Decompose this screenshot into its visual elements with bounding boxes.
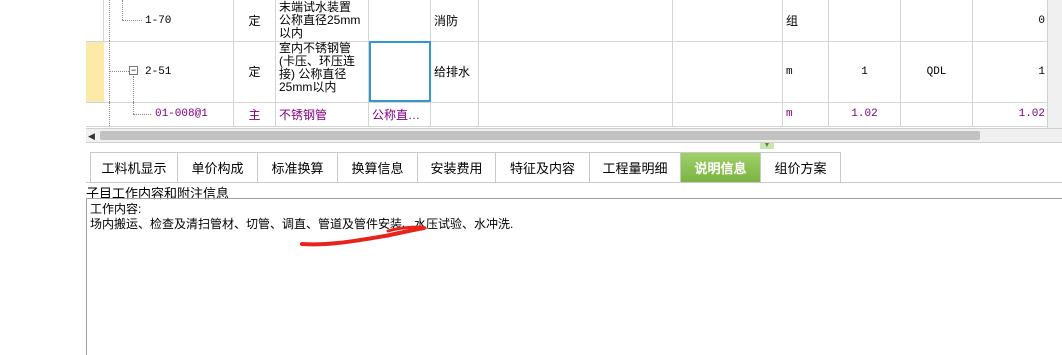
name-cell[interactable]: 室内不锈钢管 (卡压、环压连 接) 公称直径 25mm以内 [276, 41, 369, 102]
spec-cell[interactable] [369, 41, 431, 102]
blank-cell[interactable] [479, 0, 673, 41]
total-cell[interactable]: 0 [973, 0, 1049, 41]
description-textarea[interactable]: 工作内容: 场内搬运、检查及清扫管材、切管、调直、管道及管件安装、水压试验、水冲… [86, 198, 1062, 355]
table-row[interactable]: 1-70 定 末端试水装置 公称直径25mm以内 消防 组 0 34 [86, 0, 1062, 42]
category-cell[interactable] [431, 102, 479, 126]
tree-connector [122, 20, 142, 21]
tree-connector [109, 102, 110, 126]
blank-cell[interactable] [479, 41, 673, 102]
table-row[interactable]: 01-008@1 主 不锈钢管 公称直… m 1.02 1.02 [86, 102, 1062, 127]
tab-conversion-info[interactable]: 换算信息 [337, 152, 418, 182]
collapse-icon[interactable]: − [129, 66, 138, 75]
type-cell[interactable]: 定 [234, 41, 276, 102]
tree-connector [109, 0, 110, 41]
spec-cell[interactable]: 公称直… [369, 102, 431, 126]
qty-cell[interactable] [829, 0, 901, 41]
quota-grid: 1-70 定 末端试水装置 公称直径25mm以内 消防 组 0 34 − 2-5… [86, 0, 1062, 128]
blank-cell[interactable] [673, 102, 783, 126]
tab-installation-fee[interactable]: 安装费用 [417, 152, 496, 182]
name-cell[interactable]: 末端试水装置 公称直径25mm以内 [276, 0, 369, 41]
scrollbar-thumb[interactable] [100, 131, 980, 140]
code-cell[interactable]: 1-70 [142, 0, 234, 41]
total-cell[interactable]: 1 [973, 41, 1049, 102]
tab-description-info[interactable]: 说明信息 [680, 152, 761, 182]
tree-connector [109, 71, 129, 72]
tree-connector [133, 114, 151, 115]
spec-cell[interactable] [369, 0, 431, 41]
code-cell[interactable]: 2-51 [142, 41, 234, 102]
code-cell[interactable]: 01-008@1 [152, 102, 234, 126]
qty-cell[interactable]: 1 [829, 41, 901, 102]
work-content-text: 场内搬运、检查及清扫管材、切管、调直、管道及管件安装、水压试验、水冲洗. [90, 217, 514, 231]
type-cell[interactable]: 主 [234, 102, 276, 126]
tree-connector [122, 0, 123, 20]
tree-connector [133, 76, 134, 102]
unit-cell[interactable]: m [783, 102, 829, 126]
blank-cell[interactable] [479, 102, 673, 126]
qty-cell[interactable]: 1.02 [829, 102, 901, 126]
category-cell[interactable]: 给排水 [431, 41, 479, 102]
unit-cell[interactable]: m [783, 41, 829, 102]
unit-cell[interactable]: 组 [783, 0, 829, 41]
detail-tabs: 工料机显示 单价构成 标准换算 换算信息 安装费用 特征及内容 工程量明细 说明… [86, 152, 1062, 183]
vertical-scrollbar[interactable] [1047, 0, 1062, 128]
tab-standard-conversion[interactable]: 标准换算 [257, 152, 338, 182]
splitter-grip-icon[interactable]: ▼ [760, 142, 774, 149]
name-cell[interactable]: 不锈钢管 [276, 102, 369, 126]
blank-cell[interactable] [673, 41, 783, 102]
qty-expr-cell[interactable] [901, 102, 973, 126]
scroll-left-icon[interactable]: ◀ [88, 131, 95, 142]
tree-connector [133, 102, 134, 114]
total-cell[interactable]: 1.02 [973, 102, 1049, 126]
blank-cell[interactable] [673, 0, 783, 41]
tab-features-content[interactable]: 特征及内容 [495, 152, 590, 182]
type-cell[interactable]: 定 [234, 0, 276, 41]
tab-pricing-scheme[interactable]: 组价方案 [760, 152, 841, 182]
tab-unit-price-composition[interactable]: 单价构成 [177, 152, 258, 182]
tab-quantity-details[interactable]: 工程量明细 [589, 152, 681, 182]
qty-expr-cell[interactable]: QDL [901, 41, 973, 102]
work-content-heading: 工作内容: [90, 202, 142, 216]
table-row[interactable]: − 2-51 定 室内不锈钢管 (卡压、环压连 接) 公称直径 25mm以内 给… [86, 41, 1062, 103]
tab-labor-material-machine[interactable]: 工料机显示 [90, 152, 178, 182]
category-cell[interactable]: 消防 [431, 0, 479, 41]
qty-expr-cell[interactable] [901, 0, 973, 41]
row-header-cell [86, 0, 104, 41]
horizontal-scrollbar[interactable]: ◀ [86, 128, 1062, 143]
panel-splitter[interactable]: ▼ [86, 142, 1062, 152]
